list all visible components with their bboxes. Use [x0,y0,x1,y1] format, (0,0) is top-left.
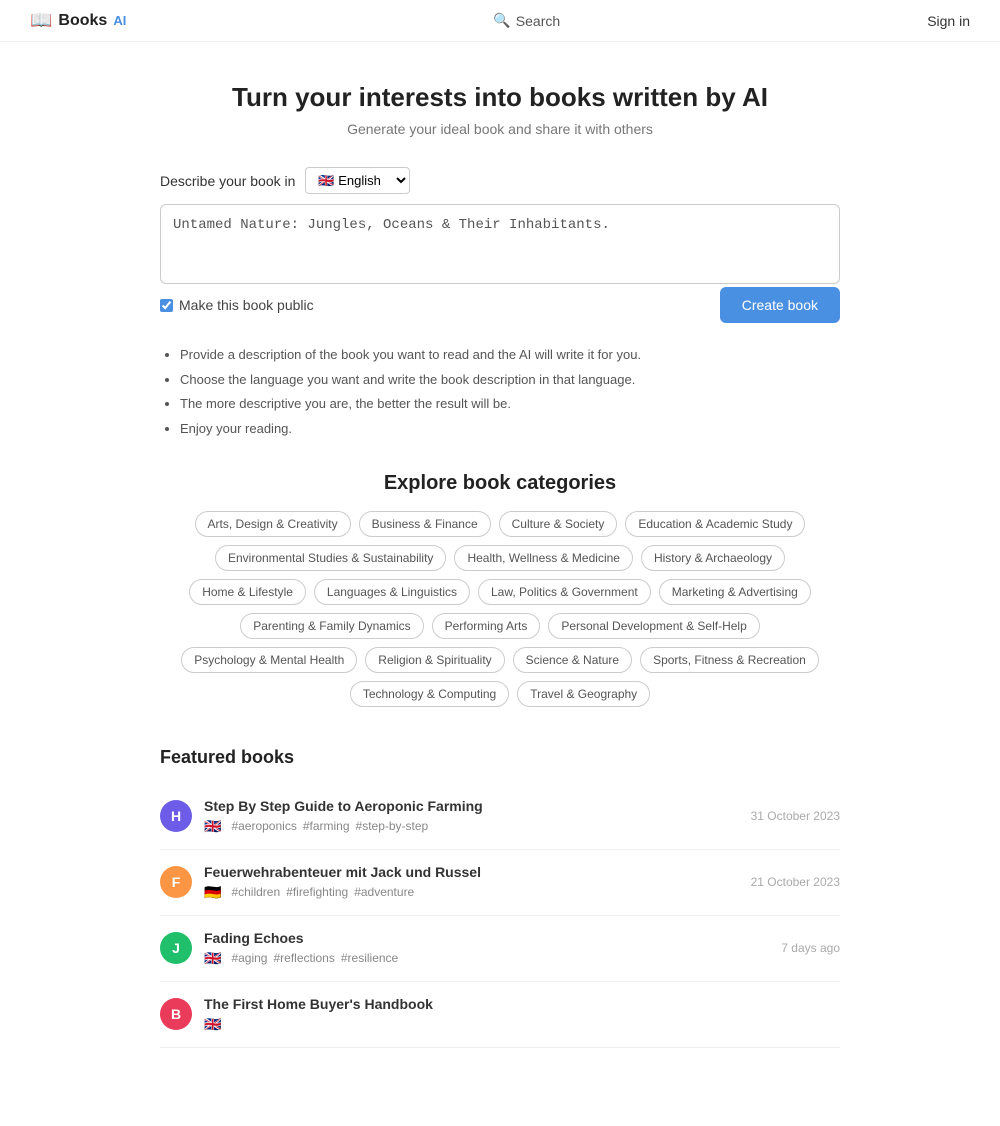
book-tag[interactable]: #step-by-step [356,819,429,833]
featured-title: Featured books [160,747,840,768]
book-date: 7 days ago [781,941,840,955]
book-item[interactable]: F Feuerwehrabenteuer mit Jack und Russel 🇩… [160,850,840,916]
category-tag[interactable]: Arts, Design & Creativity [195,511,351,537]
book-flag: 🇬🇧 [204,818,221,835]
category-tag[interactable]: Psychology & Mental Health [181,647,357,673]
avatar: J [160,932,192,964]
hero-subtitle: Generate your ideal book and share it wi… [160,121,840,137]
book-icon: 📖 [30,10,52,31]
book-title: Feuerwehrabenteuer mit Jack und Russel [204,864,741,880]
category-tag[interactable]: Performing Arts [432,613,541,639]
describe-label: Describe your book in [160,173,295,189]
logo-ai-text: AI [113,13,126,28]
book-info: The First Home Buyer's Handbook 🇬🇧 [204,996,830,1033]
book-flag: 🇬🇧 [204,1016,221,1033]
tip-4: Enjoy your reading. [180,417,840,442]
categories-title: Explore book categories [160,472,840,495]
book-tags-row: 🇬🇧 #aging #reflections #resilience [204,950,771,967]
logo-text: Books [58,12,107,30]
search-label: Search [516,13,560,29]
book-item[interactable]: B The First Home Buyer's Handbook 🇬🇧 [160,982,840,1048]
category-tag[interactable]: Health, Wellness & Medicine [454,545,633,571]
logo[interactable]: 📖 Books AI [30,10,126,31]
book-tag[interactable]: #aging [231,951,267,965]
book-tag[interactable]: #children [231,885,280,899]
category-tag[interactable]: Science & Nature [513,647,632,673]
create-book-button[interactable]: Create book [720,287,840,323]
avatar: F [160,866,192,898]
book-date: 31 October 2023 [751,809,840,823]
public-checkbox-label: Make this book public [179,297,314,313]
book-item[interactable]: J Fading Echoes 🇬🇧 #aging #reflections #resil… [160,916,840,982]
category-tag[interactable]: Technology & Computing [350,681,509,707]
category-tag[interactable]: Religion & Spirituality [365,647,504,673]
category-tag[interactable]: Personal Development & Self-Help [548,613,759,639]
book-date: 21 October 2023 [751,875,840,889]
book-tag[interactable]: #aeroponics [231,819,296,833]
category-tag[interactable]: Education & Academic Study [625,511,805,537]
avatar: B [160,998,192,1030]
category-tag[interactable]: Home & Lifestyle [189,579,306,605]
category-tag[interactable]: Sports, Fitness & Recreation [640,647,819,673]
tip-3: The more descriptive you are, the better… [180,392,840,417]
book-title: Step By Step Guide to Aeroponic Farming [204,798,741,814]
category-tag[interactable]: Parenting & Family Dynamics [240,613,423,639]
book-item[interactable]: H Step By Step Guide to Aeroponic Farming… [160,784,840,850]
search-nav[interactable]: 🔍 Search [493,12,560,29]
header: 📖 Books AI 🔍 Search Sign in [0,0,1000,42]
public-checkbox[interactable] [160,299,173,312]
book-tag[interactable]: #farming [303,819,350,833]
search-icon: 🔍 [493,12,510,29]
tip-2: Choose the language you want and write t… [180,368,840,393]
book-tag[interactable]: #firefighting [286,885,348,899]
main-content: Turn your interests into books written b… [140,42,860,1126]
signin-link[interactable]: Sign in [927,13,970,29]
category-tag[interactable]: Environmental Studies & Sustainability [215,545,446,571]
book-tag[interactable]: #adventure [354,885,414,899]
language-select[interactable]: 🇬🇧 English 🇩🇪 German 🇫🇷 French 🇪🇸 Spanis… [305,167,410,194]
description-textarea[interactable]: Untamed Nature: Jungles, Oceans & Their … [160,204,840,284]
book-tags-row: 🇬🇧 #aeroponics #farming #step-by-step [204,818,741,835]
hero-title: Turn your interests into books written b… [160,82,840,113]
form-footer: Make this book public Create book [160,287,840,323]
header-right: Sign in [927,13,970,29]
avatar: H [160,800,192,832]
category-tag[interactable]: Business & Finance [359,511,491,537]
book-tags-row: 🇬🇧 [204,1016,830,1033]
category-tag[interactable]: Culture & Society [499,511,618,537]
language-row: Describe your book in 🇬🇧 English 🇩🇪 Germ… [160,167,840,194]
category-tag[interactable]: Languages & Linguistics [314,579,470,605]
book-list: H Step By Step Guide to Aeroponic Farming… [160,784,840,1048]
category-tag[interactable]: History & Archaeology [641,545,785,571]
category-tag[interactable]: Marketing & Advertising [659,579,811,605]
public-checkbox-row: Make this book public [160,297,314,313]
book-form: Describe your book in 🇬🇧 English 🇩🇪 Germ… [160,167,840,323]
book-title: Fading Echoes [204,930,771,946]
book-flag: 🇬🇧 [204,950,221,967]
book-tag[interactable]: #reflections [273,951,334,965]
book-info: Step By Step Guide to Aeroponic Farming 🇬… [204,798,741,835]
book-flag: 🇩🇪 [204,884,221,901]
book-info: Feuerwehrabenteuer mit Jack und Russel 🇩🇪… [204,864,741,901]
book-info: Fading Echoes 🇬🇧 #aging #reflections #resili… [204,930,771,967]
tips-list: Provide a description of the book you wa… [160,343,840,442]
book-title: The First Home Buyer's Handbook [204,996,830,1012]
category-tag[interactable]: Law, Politics & Government [478,579,651,605]
categories-container: Arts, Design & Creativity Business & Fina… [160,511,840,707]
category-tag[interactable]: Travel & Geography [517,681,650,707]
book-tag[interactable]: #resilience [341,951,398,965]
tip-1: Provide a description of the book you wa… [180,343,840,368]
book-tags-row: 🇩🇪 #children #firefighting #adventure [204,884,741,901]
